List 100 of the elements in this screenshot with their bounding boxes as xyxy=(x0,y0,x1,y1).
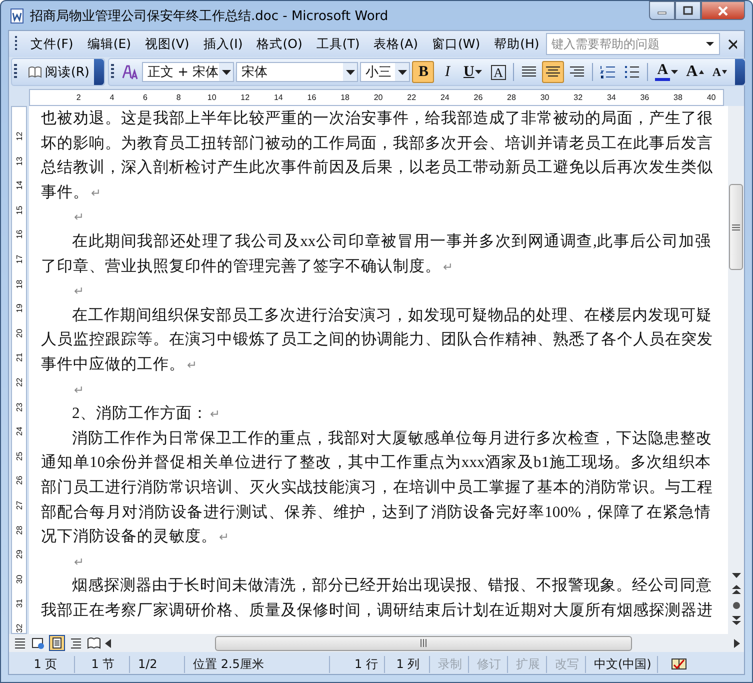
paragraph-mark: ↵ xyxy=(187,358,197,372)
previous-page-icon[interactable] xyxy=(732,585,740,595)
ruler-number: 17 xyxy=(14,254,24,264)
close-document-icon[interactable] xyxy=(728,38,737,50)
menu-item[interactable]: 工具(T) xyxy=(309,32,367,56)
maximize-icon xyxy=(683,6,693,15)
ruler-number: 30 xyxy=(14,574,24,584)
reading-view-icon[interactable] xyxy=(87,636,101,650)
scroll-right-icon[interactable] xyxy=(734,638,740,648)
scroll-thumb[interactable] xyxy=(729,184,743,270)
status-item: 修订 xyxy=(471,656,508,672)
toolbar-grip[interactable] xyxy=(111,64,114,80)
horizontal-scroll-thumb[interactable] xyxy=(215,636,632,650)
help-search-field[interactable]: 键入需要帮助的问题 xyxy=(546,33,720,55)
ruler-number: 31 xyxy=(14,599,24,608)
align-center-icon xyxy=(545,65,562,79)
ruler-number: 16 xyxy=(14,230,24,240)
underline-button[interactable]: U xyxy=(460,61,486,83)
web-view-icon[interactable] xyxy=(31,636,45,650)
paragraph-mark: ↵ xyxy=(443,260,453,274)
menu-item[interactable]: 窗口(W) xyxy=(425,32,488,56)
status-item: 1 页 xyxy=(17,656,75,672)
shrink-button[interactable]: A xyxy=(708,61,731,83)
ruler-number: 18 xyxy=(14,279,24,288)
menu-item[interactable]: 格式(O) xyxy=(250,32,310,56)
ruler-number: 21 xyxy=(14,353,24,362)
ruler-number: 24 xyxy=(439,93,450,102)
text-line: 2、消防工作方面： xyxy=(72,405,208,422)
ruler-number: 27 xyxy=(14,500,24,510)
toolbar-grip[interactable] xyxy=(14,64,17,80)
dropdown-arrow-icon xyxy=(671,70,678,74)
font-dropdown[interactable]: 宋体 xyxy=(236,62,358,82)
align-right-icon xyxy=(569,65,586,79)
status-item: 中文(中国) xyxy=(588,656,658,672)
style-dropdown[interactable]: 正文 + 宋体 xyxy=(142,62,234,82)
ruler-number: 18 xyxy=(340,93,350,102)
text-line: 在此期间我部还处理了我公司及xx公司印章被冒用一事并多次到网通调查,此事后公司加强 xyxy=(72,232,711,252)
menu-item[interactable]: 视图(V) xyxy=(138,32,196,56)
paragraph-mark: ↵ xyxy=(74,554,84,569)
menu-item[interactable]: 文件(F) xyxy=(23,32,80,56)
toolbar-grip[interactable] xyxy=(15,36,18,52)
dropdown-arrow-icon xyxy=(222,70,231,74)
ruler-number: 12 xyxy=(240,93,251,102)
ruler-number: 2 xyxy=(75,93,82,102)
status-item: 1 行 xyxy=(332,656,385,672)
status-item: 1 节 xyxy=(77,656,130,672)
normal-view-icon[interactable] xyxy=(13,636,27,650)
paragraph-mark: ↵ xyxy=(74,284,84,298)
status-item: 扩展 xyxy=(510,656,547,672)
dropdown-arrow-icon xyxy=(705,41,716,47)
bulleted-list-icon xyxy=(624,65,640,79)
outline-view-icon[interactable] xyxy=(69,636,83,650)
font-size-dropdown[interactable]: 小三 xyxy=(360,62,410,82)
center-button[interactable] xyxy=(542,61,564,83)
dropdown-arrow-icon xyxy=(346,70,355,74)
browse-object-icon[interactable] xyxy=(732,601,740,610)
ruler-number: 16 xyxy=(306,93,318,102)
spelling-check-icon[interactable] xyxy=(670,657,688,671)
ruler-number: 20 xyxy=(14,328,24,338)
scroll-left-icon[interactable] xyxy=(105,638,111,648)
scroll-down-icon[interactable] xyxy=(732,573,740,579)
ruler-number: 20 xyxy=(372,93,384,102)
toolbar-options-icon[interactable] xyxy=(94,59,104,85)
ruler-number: 28 xyxy=(14,525,24,534)
vertical-scrollbar[interactable] xyxy=(728,106,744,634)
menu-item[interactable]: 帮助(H) xyxy=(487,32,546,56)
ruler-number: 14 xyxy=(272,93,284,102)
border-button[interactable]: A xyxy=(487,61,510,83)
ruler-number: 26 xyxy=(14,476,24,486)
bold-button[interactable]: B xyxy=(412,61,434,83)
ruler-number: 15 xyxy=(14,206,24,215)
print-layout-icon[interactable] xyxy=(49,635,65,651)
text-line: 了印章、营业执照复印件的管理完善了签字不确认制度。 xyxy=(41,258,441,275)
paragraph-mark: ↵ xyxy=(91,186,101,200)
ruler-number: 19 xyxy=(14,304,24,313)
menu-item[interactable]: 编辑(E) xyxy=(80,32,138,56)
text-line: 况下消防设备的灵敏度。 xyxy=(41,528,217,546)
up-arrow-icon xyxy=(698,70,704,74)
ruler-number: 40 xyxy=(706,93,717,102)
ruler-number: 34 xyxy=(606,93,617,102)
paragraph-mark: ↵ xyxy=(219,530,229,544)
ruler-number: 23 xyxy=(14,402,24,412)
italic-button[interactable]: I xyxy=(436,61,458,83)
maximize-button[interactable] xyxy=(675,1,701,20)
ruler-number: 22 xyxy=(14,378,24,387)
text-line: 也被劝退。这是我部上半年比较严重的一次治安事件，给我部造成了非常被动的局面，产生了很 xyxy=(41,109,711,129)
ruler-number: 30 xyxy=(539,93,550,102)
ruler-number: 6 xyxy=(142,93,148,102)
font-color-button[interactable]: A xyxy=(652,61,682,83)
minimize-button[interactable] xyxy=(649,1,675,20)
menu-item[interactable]: 表格(A) xyxy=(366,32,426,56)
styles-icon[interactable] xyxy=(122,64,140,80)
grow-button[interactable]: A xyxy=(683,61,707,83)
ruler-number: 13 xyxy=(14,156,24,166)
menu-item[interactable]: 插入(I) xyxy=(196,32,250,56)
toolbar-options-icon[interactable] xyxy=(734,59,745,85)
ruler-number: 38 xyxy=(672,93,684,102)
next-page-icon[interactable] xyxy=(732,616,740,626)
close-button[interactable] xyxy=(701,1,745,20)
dropdown-arrow-icon xyxy=(398,70,407,74)
